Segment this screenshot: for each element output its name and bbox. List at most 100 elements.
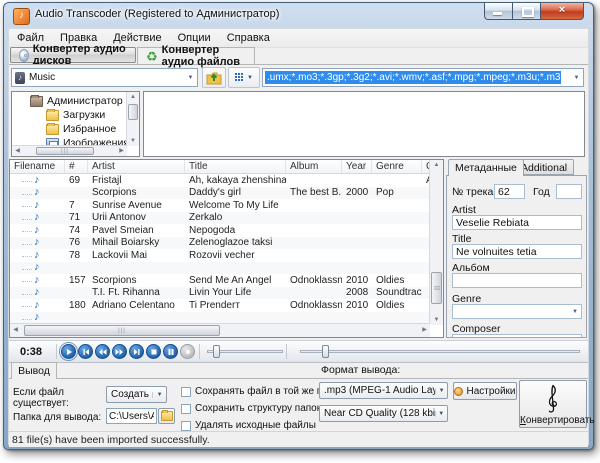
close-button[interactable]: × (540, 3, 584, 20)
track-number-field[interactable] (494, 184, 525, 199)
scroll-left-icon[interactable]: ◀ (12, 146, 23, 156)
play-button[interactable] (61, 344, 76, 359)
year-field[interactable] (556, 184, 582, 199)
scroll-right-icon[interactable]: ▶ (419, 324, 430, 337)
chevron-down-icon[interactable]: ▼ (435, 388, 447, 394)
app-window: ♪ Audio Transcoder (Registered to Админи… (3, 2, 594, 450)
pause-button[interactable] (163, 344, 178, 359)
fast-forward-button[interactable] (112, 344, 127, 359)
scrollbar-thumb[interactable]: ||| (36, 147, 94, 155)
scroll-up-icon[interactable]: ▲ (430, 160, 443, 170)
slider-track[interactable] (300, 350, 580, 353)
output-format-select[interactable]: .mp3 (MPEG-1 Audio Layer 3) ▼ (319, 382, 448, 399)
table-row[interactable]: ♪69FristajlAh, kakaya zhenshinaA (10, 174, 430, 187)
table-row[interactable]: ♪180Adriano CelentanoTi PrenderтOdnoklas… (10, 299, 430, 312)
composer-field[interactable] (452, 334, 582, 338)
scrollbar-thumb[interactable]: ||| (24, 325, 220, 336)
checkbox-box[interactable] (181, 387, 191, 397)
column-header-[interactable]: # (65, 160, 88, 173)
tab-file-converter[interactable]: ♻ Конвертер аудио файлов (137, 47, 255, 64)
genre-select[interactable]: ▼ (452, 304, 582, 319)
checkbox-box[interactable] (181, 404, 191, 414)
table-row[interactable]: ♪ (10, 262, 430, 275)
column-header-year[interactable]: Year (342, 160, 372, 173)
cell-genre: Oldies (372, 300, 422, 311)
tree-item[interactable]: Избранное (12, 122, 126, 136)
cell-num: 69 (65, 175, 88, 186)
chevron-down-icon[interactable]: ▼ (435, 411, 447, 417)
scrollbar-thumb[interactable] (128, 104, 138, 120)
previous-track-button[interactable] (78, 344, 93, 359)
checkbox-box[interactable] (181, 421, 191, 431)
scroll-down-icon[interactable]: ▼ (430, 315, 443, 325)
cell-filename: ♪ (10, 187, 65, 198)
column-header-title[interactable]: Title (185, 160, 286, 173)
album-field[interactable] (452, 273, 582, 288)
table-row[interactable]: ♪76Mihail BoiarskyZelenoglazoe taksi (10, 237, 430, 250)
table-header: Filename#ArtistTitleAlbumYearGenreComp (10, 160, 430, 174)
music-note-icon: ♪ (34, 237, 40, 248)
window-titlebar[interactable]: ♪ Audio Transcoder (Registered to Админи… (4, 3, 593, 28)
tree-vertical-scrollbar[interactable]: ▲ ▼ (126, 92, 139, 146)
volume-slider[interactable] (300, 344, 580, 359)
chevron-down-icon[interactable]: ▼ (184, 75, 197, 81)
cell-year: 2010 (342, 275, 372, 286)
scroll-left-icon[interactable]: ◀ (10, 324, 21, 337)
file-filter-value: .umx;*.mo3;*.3gp;*.3g2;*.avi;*.wmv;*.asf… (265, 71, 561, 84)
chevron-down-icon[interactable]: ▼ (569, 309, 581, 315)
slider-thumb[interactable] (322, 345, 329, 358)
table-row[interactable]: ♪78Lackovii MaiRozovii vecher (10, 249, 430, 262)
maximize-button[interactable] (512, 3, 540, 20)
quality-select[interactable]: Near CD Quality (128 kbit/s) ▼ (319, 405, 448, 422)
next-track-button[interactable] (129, 344, 144, 359)
output-folder-field[interactable] (106, 408, 157, 424)
scroll-up-icon[interactable]: ▲ (127, 92, 139, 102)
tab-metadata[interactable]: Метаданные (448, 159, 524, 176)
tab-disc-converter[interactable]: Конвертер аудио дисков (10, 47, 136, 63)
table-row[interactable]: ♪71Urii AntonovZerkalo (10, 212, 430, 225)
stop-button[interactable] (146, 344, 161, 359)
scroll-right-icon[interactable]: ▶ (116, 146, 127, 156)
scroll-down-icon[interactable]: ▼ (127, 136, 139, 146)
file-filter-combobox[interactable]: .umx;*.mo3;*.3gp;*.3g2;*.avi;*.wmv;*.asf… (262, 68, 584, 87)
browse-folder-button[interactable] (158, 408, 175, 424)
column-header-album[interactable]: Album (286, 160, 342, 173)
folder-select-combobox[interactable]: ♪ Music ▼ (11, 68, 198, 87)
folder-up-button[interactable] (202, 67, 226, 88)
minimize-button[interactable] (484, 3, 512, 20)
views-button[interactable]: ▼ (228, 67, 260, 88)
tree-item-label: Загрузки (63, 109, 105, 121)
rewind-button[interactable] (95, 344, 110, 359)
tree-item[interactable]: Загрузки (12, 108, 126, 122)
year-label: Год (533, 186, 550, 198)
tab-output[interactable]: Вывод (11, 362, 57, 379)
chevron-down-icon[interactable]: ▼ (570, 75, 583, 81)
chevron-down-icon[interactable]: ▼ (247, 75, 253, 81)
title-field[interactable] (452, 244, 582, 259)
if-exists-select[interactable]: Создать новь ▼ (106, 386, 167, 403)
chevron-down-icon[interactable]: ▼ (152, 392, 166, 398)
tree-connector-icon (22, 225, 32, 232)
column-header-filename[interactable]: Filename (10, 160, 65, 173)
column-header-artist[interactable]: Artist (88, 160, 185, 173)
convert-button[interactable]: Конвертировать (519, 380, 587, 428)
tree-item[interactable]: Администратор (12, 94, 126, 108)
cell-album: Odnoklassn... (286, 275, 342, 286)
artist-field[interactable] (452, 215, 582, 230)
table-row[interactable]: ♪74Pavel SmeianNepogoda (10, 224, 430, 237)
slider-thumb[interactable] (213, 345, 220, 358)
table-row[interactable]: ♪7Sunrise AvenueWelcome To My Life (10, 199, 430, 212)
settings-button[interactable]: Настройки (453, 382, 517, 400)
table-row[interactable]: ♪ScorpionsDaddy's girlThe best B...2000P… (10, 187, 430, 200)
tree-connector-icon (22, 238, 32, 245)
position-slider[interactable] (207, 344, 283, 359)
table-row[interactable]: ♪T.I. Ft. RihannaLivin Your Life2008Soun… (10, 287, 430, 300)
tree-horizontal-scrollbar[interactable]: ◀ ||| ▶ (12, 145, 127, 156)
column-header-genre[interactable]: Genre (372, 160, 422, 173)
table-row[interactable]: ♪157ScorpionsSend Me An AngelOdnoklassn.… (10, 274, 430, 287)
record-button[interactable] (180, 344, 195, 359)
table-vertical-scrollbar[interactable]: ▲ ||| ▼ (429, 160, 443, 325)
cell-num: 71 (65, 212, 88, 223)
scrollbar-thumb[interactable]: ||| (431, 272, 442, 304)
table-horizontal-scrollbar[interactable]: ◀ ||| ▶ (10, 323, 430, 337)
